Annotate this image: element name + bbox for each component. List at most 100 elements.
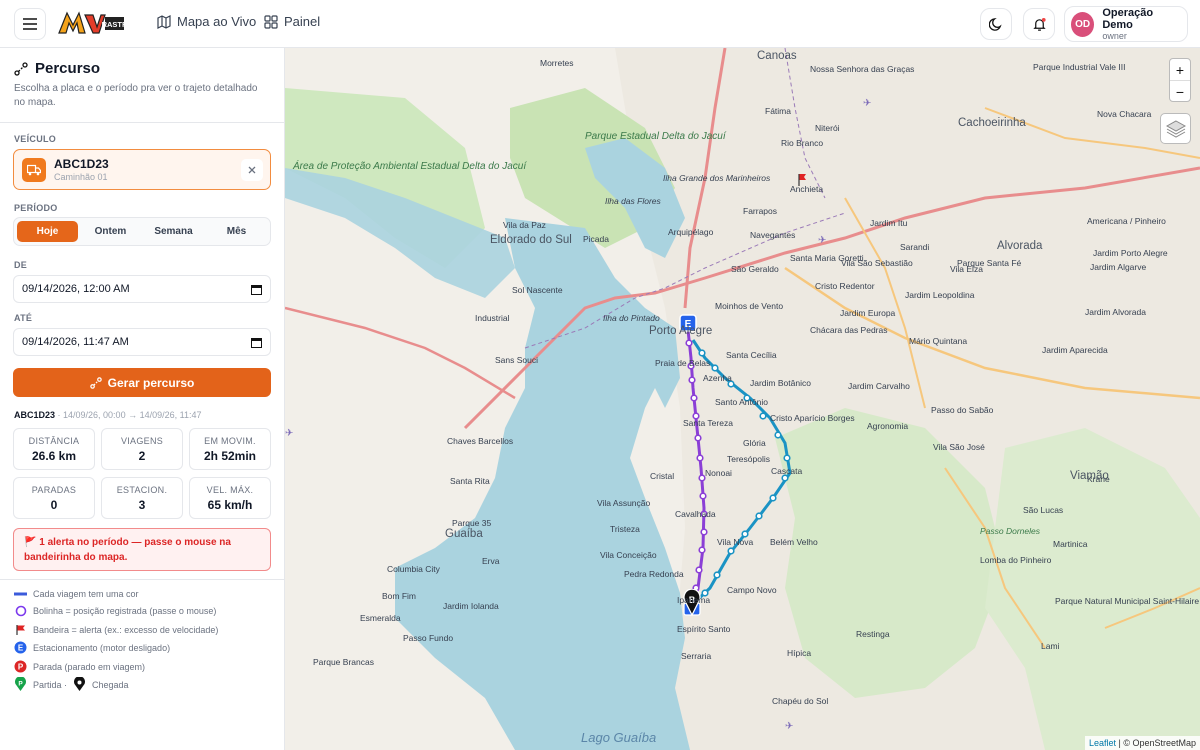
stat-value: 26.6 km	[31, 449, 77, 463]
vehicle-label: VEÍCULO	[14, 134, 57, 144]
map-label: Lami	[1041, 641, 1060, 651]
clear-vehicle-button[interactable]	[241, 159, 263, 181]
generate-route-button[interactable]: Gerar percurso	[13, 368, 271, 397]
route-icon	[89, 376, 102, 389]
generate-route-label: Gerar percurso	[107, 375, 195, 390]
map-label: Arquipélago	[668, 227, 714, 237]
legend-start-end: P Partida · Chegada	[14, 677, 129, 691]
nav-live-map[interactable]: Mapa ao Vivo	[157, 14, 256, 29]
hamburger-icon	[23, 18, 37, 30]
stat-label: EM MOVIM.	[204, 436, 256, 446]
map-label: Jardim Botânico	[750, 378, 811, 388]
map-label: Industrial	[475, 313, 510, 323]
map-label: Agronomia	[867, 421, 909, 431]
notifications-button[interactable]	[1023, 8, 1055, 40]
line-icon	[14, 587, 27, 600]
map-canvas[interactable]: ✈ ✈ ✈ ✈ E B Canoas Nossa Senhora das Gra…	[285, 48, 1200, 750]
layers-icon	[1165, 119, 1186, 138]
legend-text: Estacionamento (motor desligado)	[33, 642, 171, 653]
alert-banner: 🚩 1 alerta no período — passe o mouse na…	[13, 528, 271, 571]
legend-text: Parada (parado em viagem)	[33, 661, 146, 672]
map-label: Passo Fundo	[403, 633, 454, 643]
bell-icon	[1032, 17, 1046, 31]
map-label: Jardim Algarve	[1090, 262, 1147, 272]
map-label: Nova Chacara	[1097, 109, 1152, 119]
period-label: PERÍODO	[14, 203, 58, 213]
map-label: Bom Fim	[382, 591, 416, 601]
map-label: Alvorada	[997, 240, 1043, 252]
stat-trips: VIAGENS 2	[101, 428, 183, 470]
map-label: Jardim Europa	[840, 308, 896, 318]
map-label: Vila Assunção	[597, 498, 651, 508]
stat-max-speed: VEL. MÁX. 65 km/h	[189, 477, 271, 519]
map-label: Vila Conceição	[600, 550, 657, 560]
calendar-icon[interactable]	[251, 337, 262, 348]
theme-toggle-button[interactable]	[980, 8, 1012, 40]
map-label: Parque Brancas	[313, 657, 374, 667]
app-logo[interactable]: RASTR	[57, 11, 125, 35]
map-label: Vila Elza	[950, 264, 983, 274]
map-label: Cascata	[771, 466, 803, 476]
map-label: Campo Novo	[727, 585, 777, 595]
zoom-in-button[interactable]: +	[1170, 59, 1190, 81]
stat-distance: DISTÂNCIA 26.6 km	[13, 428, 95, 470]
map-label: Ipanema	[677, 595, 711, 605]
legend-parking: E Estacionamento (motor desligado)	[14, 641, 170, 654]
stat-value: 3	[138, 498, 146, 512]
calendar-icon[interactable]	[251, 284, 262, 295]
legend-trip-color: Cada viagem tem uma cor	[14, 587, 139, 600]
from-datetime-value: 09/14/2026, 12:00 AM	[22, 283, 130, 295]
to-datetime-input[interactable]: 09/14/2026, 11:47 AM	[13, 328, 271, 356]
top-bar: RASTR Mapa ao Vivo Painel OD Operação De…	[0, 0, 1200, 48]
stat-value: 2h 52min	[203, 449, 257, 463]
map-label: Americana / Pinheiro	[1087, 216, 1166, 226]
map-label: Esmeralda	[360, 613, 401, 623]
map-label: Krahe	[1087, 474, 1110, 484]
stat-label: VIAGENS	[120, 436, 164, 446]
map-label: Cristo Aparício Borges	[770, 413, 855, 423]
user-menu[interactable]: OD Operação Demo owner	[1064, 6, 1188, 42]
zoom-out-button[interactable]: −	[1170, 81, 1190, 103]
summary-plate: ABC1D23	[14, 410, 56, 420]
period-week[interactable]: Semana	[143, 221, 204, 242]
stat-label: DISTÂNCIA	[28, 436, 80, 446]
user-name: Operação Demo	[1102, 7, 1154, 31]
map-label: Rio Branco	[781, 138, 824, 148]
svg-text:✈: ✈	[818, 235, 826, 246]
layers-button[interactable]	[1160, 113, 1191, 144]
route-icon	[14, 61, 28, 76]
period-today[interactable]: Hoje	[17, 221, 78, 242]
map-label: Parque 35	[452, 518, 492, 528]
zoom-control: + −	[1169, 58, 1191, 102]
stat-value: 2	[138, 449, 146, 463]
map-label: Cristal	[650, 471, 675, 481]
map-label: Lomba do Pinheiro	[980, 555, 1052, 565]
map-label: Mário Quintana	[909, 336, 968, 346]
map-label: Jardim Aparecida	[1042, 345, 1108, 355]
to-datetime-value: 09/14/2026, 11:47 AM	[22, 336, 129, 348]
stat-label: ESTACION.	[116, 485, 168, 495]
map-label: Chaves Barcellos	[447, 436, 514, 446]
map-label: Santa Cecília	[726, 350, 777, 360]
legend-stop: P Parada (parado em viagem)	[14, 660, 145, 673]
page-title: Percurso	[35, 60, 101, 77]
stat-label: VEL. MÁX.	[206, 485, 254, 495]
map-label: São Geraldo	[731, 264, 779, 274]
period-month[interactable]: Mês	[206, 221, 267, 242]
map-label: Jardim Leopoldina	[905, 290, 975, 300]
map-label: Azenha	[703, 373, 732, 383]
map-label: Picada	[583, 234, 609, 244]
map-label: Sarandi	[900, 242, 930, 252]
map-label: Eldorado do Sul	[490, 234, 572, 246]
period-selector: Hoje Ontem Semana Mês	[13, 217, 271, 246]
from-datetime-input[interactable]: 09/14/2026, 12:00 AM	[13, 275, 271, 303]
leaflet-link[interactable]: Leaflet	[1089, 738, 1116, 748]
period-yesterday[interactable]: Ontem	[80, 221, 141, 242]
vehicle-name: Caminhão 01	[54, 172, 108, 182]
nav-dashboard[interactable]: Painel	[264, 14, 320, 29]
map-label: Santa Tereza	[683, 418, 733, 428]
map-label: Teresópolis	[727, 454, 770, 464]
menu-button[interactable]	[14, 8, 46, 40]
vehicle-selector[interactable]: ABC1D23 Caminhão 01	[13, 149, 271, 190]
route-sidebar: Percurso Escolha a placa e o período pra…	[0, 48, 285, 750]
